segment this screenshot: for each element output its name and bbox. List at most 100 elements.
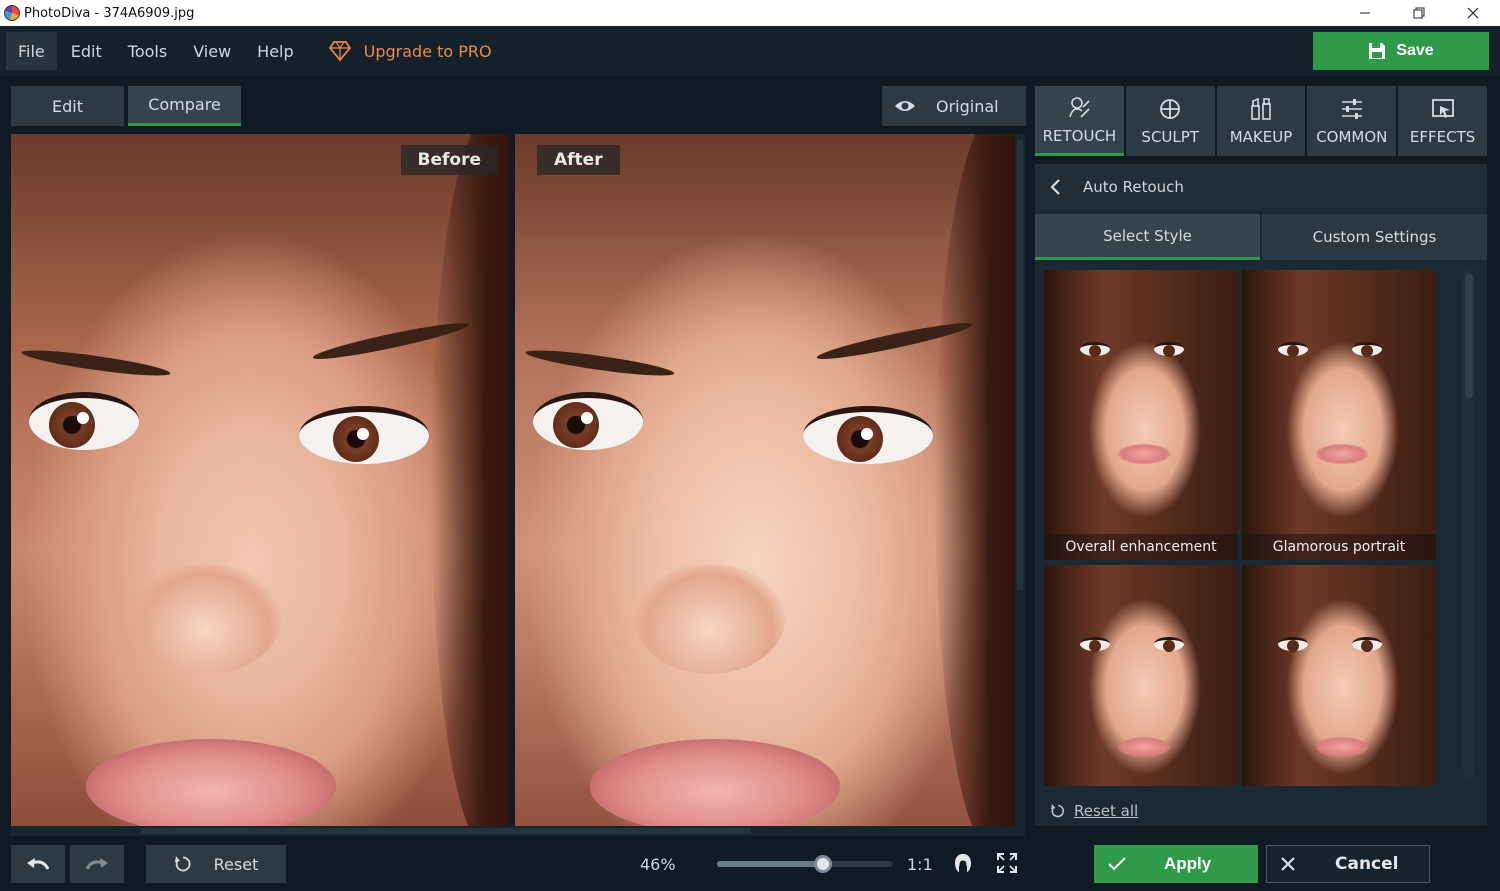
panel-header[interactable]: Auto Retouch bbox=[1035, 164, 1487, 210]
undo-icon bbox=[27, 858, 50, 870]
style-caption: Overall enhancement bbox=[1044, 534, 1238, 560]
back-chevron-icon[interactable] bbox=[1049, 178, 1061, 196]
zoom-percent: 46% bbox=[640, 855, 676, 874]
tab-effects[interactable]: EFFECTS bbox=[1398, 86, 1487, 156]
style-thumbnail-3[interactable] bbox=[1044, 565, 1238, 786]
floppy-disk-icon bbox=[1369, 43, 1386, 59]
reset-button[interactable]: Reset bbox=[146, 845, 286, 883]
restore-button[interactable] bbox=[1392, 0, 1446, 26]
zoom-slider-handle[interactable] bbox=[814, 855, 832, 873]
sculpt-label: SCULPT bbox=[1141, 128, 1199, 146]
original-toggle-button[interactable]: Original bbox=[882, 86, 1026, 126]
style-caption: Glamorous portrait bbox=[1242, 534, 1436, 560]
right-eye bbox=[803, 406, 933, 464]
right-eye bbox=[299, 406, 429, 464]
tab-compare[interactable]: Compare bbox=[128, 86, 241, 126]
menu-help[interactable]: Help bbox=[245, 32, 305, 70]
tab-common[interactable]: COMMON bbox=[1307, 86, 1397, 156]
style-thumbnail-glamorous-portrait[interactable]: Glamorous portrait bbox=[1242, 270, 1436, 560]
redo-button[interactable] bbox=[70, 845, 124, 883]
upgrade-label: Upgrade to PRO bbox=[363, 41, 492, 61]
left-eye bbox=[533, 392, 643, 450]
face-detect-icon[interactable] bbox=[952, 852, 974, 874]
save-label: Save bbox=[1396, 42, 1434, 59]
common-label: COMMON bbox=[1316, 128, 1388, 146]
minimize-button[interactable] bbox=[1338, 0, 1392, 26]
zoom-slider-fill bbox=[717, 861, 823, 867]
menu-edit[interactable]: Edit bbox=[59, 32, 114, 70]
tab-retouch[interactable]: RETOUCH bbox=[1035, 86, 1124, 156]
reset-all-label: Reset all bbox=[1074, 802, 1139, 820]
retouch-brush-icon bbox=[1069, 96, 1090, 118]
apply-label: Apply bbox=[1164, 854, 1212, 873]
checkmark-icon bbox=[1108, 857, 1126, 871]
menu-tools[interactable]: Tools bbox=[116, 32, 179, 70]
before-label: Before bbox=[400, 145, 498, 175]
panel-subtabs: Select Style Custom Settings bbox=[1035, 214, 1487, 260]
reset-all-link[interactable]: Reset all bbox=[1050, 802, 1138, 820]
tool-tabs: RETOUCH SCULPT MAKEUP COMMON EFFECTS bbox=[1035, 86, 1487, 156]
vertical-scrollbar[interactable] bbox=[1015, 134, 1025, 826]
app-logo-icon bbox=[4, 5, 20, 21]
tab-makeup[interactable]: MAKEUP bbox=[1216, 86, 1306, 156]
zoom-one-to-one-button[interactable]: 1:1 bbox=[907, 855, 933, 874]
restore-icon bbox=[1413, 7, 1425, 19]
diamond-icon bbox=[328, 41, 351, 62]
makeup-icon bbox=[1251, 97, 1271, 120]
before-photo[interactable]: Before bbox=[11, 134, 511, 826]
fullscreen-icon[interactable] bbox=[996, 852, 1018, 874]
after-label: After bbox=[537, 145, 620, 175]
close-icon bbox=[1467, 7, 1479, 19]
upgrade-to-pro-link[interactable]: Upgrade to PRO bbox=[328, 40, 492, 62]
title-bar: PhotoDiva - 374A6909.jpg bbox=[0, 0, 1500, 26]
window-controls bbox=[1338, 0, 1500, 26]
after-photo[interactable]: After bbox=[515, 134, 1015, 826]
left-eye bbox=[29, 392, 139, 450]
hair-shape bbox=[935, 134, 1015, 826]
original-label: Original bbox=[936, 96, 999, 116]
effects-label: EFFECTS bbox=[1409, 128, 1476, 146]
nose-shape bbox=[131, 564, 281, 674]
left-eyebrow bbox=[524, 345, 676, 381]
sliders-icon bbox=[1341, 99, 1362, 119]
tab-sculpt[interactable]: SCULPT bbox=[1125, 86, 1215, 156]
window-title: PhotoDiva - 374A6909.jpg bbox=[24, 5, 195, 21]
apply-button[interactable]: Apply bbox=[1094, 845, 1258, 883]
effects-icon bbox=[1431, 99, 1454, 118]
scrollbar-thumb[interactable] bbox=[141, 828, 751, 834]
reset-label: Reset bbox=[213, 854, 259, 874]
scrollbar-thumb[interactable] bbox=[1017, 140, 1023, 590]
close-button[interactable] bbox=[1446, 0, 1500, 26]
makeup-label: MAKEUP bbox=[1229, 128, 1293, 146]
horizontal-scrollbar[interactable] bbox=[11, 826, 1025, 836]
lips-shape bbox=[590, 739, 840, 826]
style-thumbnail-overall-enhancement[interactable]: Overall enhancement bbox=[1044, 270, 1238, 560]
nose-shape bbox=[635, 564, 785, 674]
sculpt-icon bbox=[1160, 99, 1181, 119]
hair-shape bbox=[431, 134, 511, 826]
menu-view[interactable]: View bbox=[181, 32, 243, 70]
retouch-label: RETOUCH bbox=[1042, 126, 1117, 145]
zoom-slider[interactable] bbox=[717, 855, 893, 873]
panel-title: Auto Retouch bbox=[1083, 178, 1184, 196]
tab-edit[interactable]: Edit bbox=[11, 86, 124, 126]
panel-scrollbar[interactable] bbox=[1463, 270, 1475, 778]
menu-file[interactable]: File bbox=[6, 32, 57, 70]
subtab-custom-settings[interactable]: Custom Settings bbox=[1262, 214, 1487, 260]
undo-button[interactable] bbox=[11, 845, 65, 883]
subtab-select-style[interactable]: Select Style bbox=[1035, 214, 1260, 260]
save-button[interactable]: Save bbox=[1313, 32, 1489, 70]
cancel-button[interactable]: Cancel bbox=[1266, 845, 1430, 883]
redo-icon bbox=[85, 858, 108, 870]
lips-shape bbox=[86, 739, 336, 826]
compare-divider[interactable] bbox=[510, 134, 514, 826]
eye-icon bbox=[895, 101, 915, 111]
reset-icon bbox=[1051, 804, 1065, 818]
minimize-icon bbox=[1360, 12, 1370, 14]
style-thumbnail-4[interactable] bbox=[1242, 565, 1436, 786]
reset-icon bbox=[174, 856, 191, 872]
close-icon bbox=[1281, 857, 1295, 871]
menu-bar: File Edit Tools View Help Upgrade to PRO… bbox=[0, 26, 1500, 76]
left-eyebrow bbox=[20, 345, 172, 381]
scrollbar-thumb[interactable] bbox=[1465, 274, 1473, 398]
